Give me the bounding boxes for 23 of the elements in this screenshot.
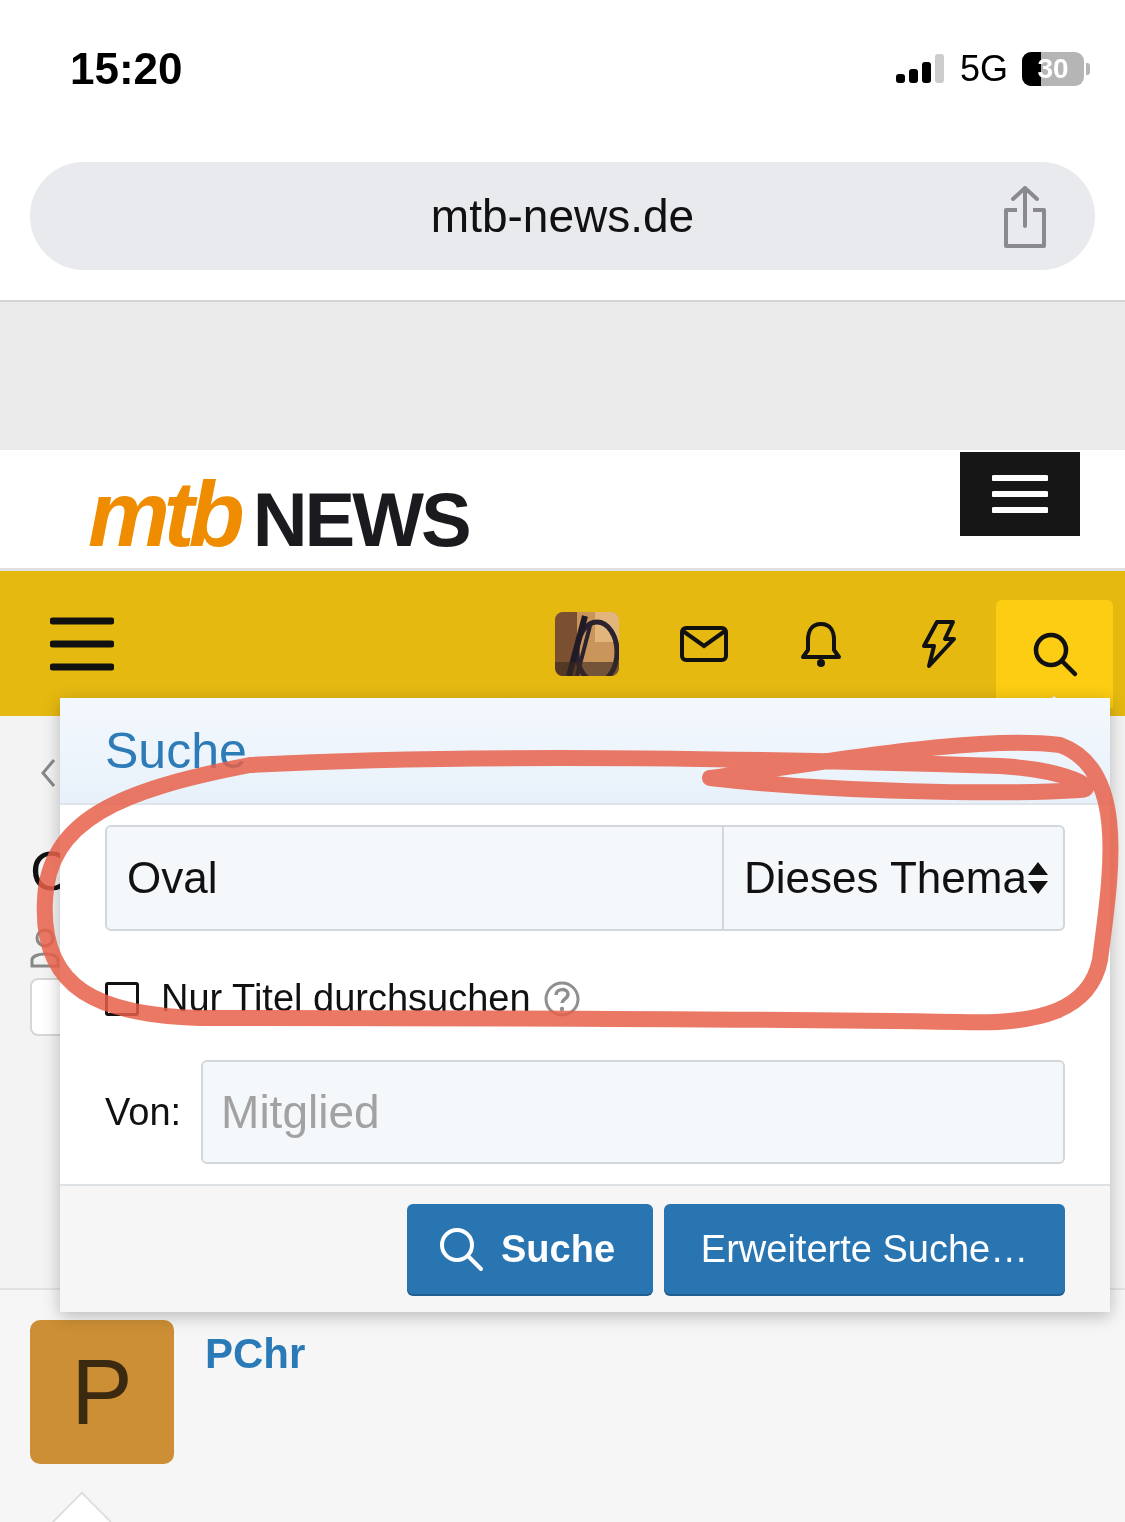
menu-icon bbox=[992, 474, 1048, 514]
member-field[interactable]: Mitglied bbox=[201, 1060, 1065, 1164]
advanced-search-button[interactable]: Erweiterte Suche… bbox=[664, 1204, 1065, 1294]
search-submit-button[interactable]: Suche bbox=[407, 1204, 653, 1294]
author-link[interactable]: PChr bbox=[205, 1330, 306, 1378]
popup-title: Suche bbox=[105, 721, 247, 780]
url-text: mtb-news.de bbox=[430, 189, 695, 243]
checkbox-label[interactable]: Nur Titel durchsuchen bbox=[161, 977, 531, 1020]
field-label: Von: bbox=[105, 1090, 182, 1134]
address-bar[interactable]: mtb-news.de bbox=[30, 162, 1095, 270]
bell-icon[interactable] bbox=[798, 619, 843, 668]
avatar[interactable]: P bbox=[30, 1320, 174, 1464]
scope-select[interactable]: Dieses Thema bbox=[724, 825, 1065, 931]
status-time: 15:20 bbox=[70, 44, 183, 94]
search-icon bbox=[437, 1225, 485, 1273]
back-chevron-icon[interactable] bbox=[40, 758, 56, 788]
menu-button[interactable] bbox=[960, 452, 1080, 536]
signal-icon bbox=[895, 54, 946, 84]
mail-icon[interactable] bbox=[679, 625, 728, 662]
search-field[interactable]: Oval bbox=[105, 825, 724, 931]
sort-arrows-icon bbox=[1027, 860, 1049, 896]
search-button[interactable] bbox=[996, 599, 1113, 708]
network-label: 5G bbox=[959, 48, 1008, 90]
